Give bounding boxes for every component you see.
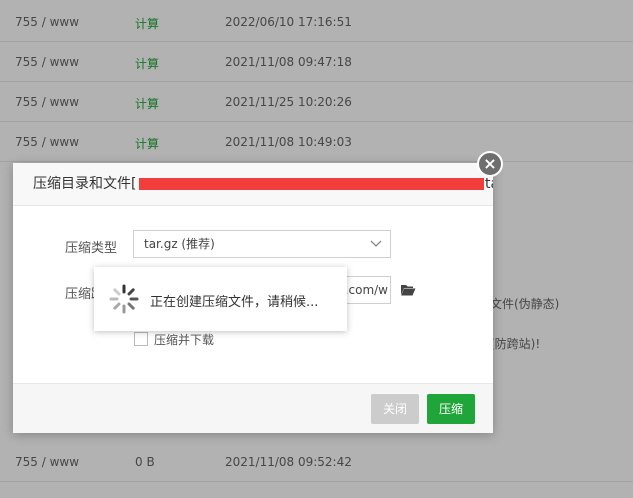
loading-message: 正在创建压缩文件，请稍候... (150, 295, 319, 310)
folder-open-icon[interactable] (400, 283, 416, 297)
loading-spinner-icon (108, 283, 140, 315)
dialog-title: 压缩目录和文件[ ta (13, 163, 493, 206)
compress-type-value: tar.gz (推荐) (144, 237, 215, 251)
close-icon[interactable]: × (477, 151, 503, 177)
redacted-path-bar (139, 178, 484, 190)
compress-button[interactable]: 压缩 (427, 394, 475, 424)
download-after-compress-label[interactable]: 压缩并下载 (154, 331, 214, 348)
close-button[interactable]: 关闭 (371, 394, 419, 424)
dialog-title-text: 压缩目录和文件[ (33, 176, 137, 192)
loading-toast: 正在创建压缩文件，请稍候... (94, 267, 347, 331)
download-after-compress-checkbox[interactable] (134, 332, 148, 346)
chevron-down-icon (370, 231, 382, 266)
compress-type-label: 压缩类型 (65, 241, 118, 256)
compress-type-select[interactable]: tar.gz (推荐) (133, 230, 391, 258)
dialog-footer: 关闭 压缩 (13, 383, 493, 433)
